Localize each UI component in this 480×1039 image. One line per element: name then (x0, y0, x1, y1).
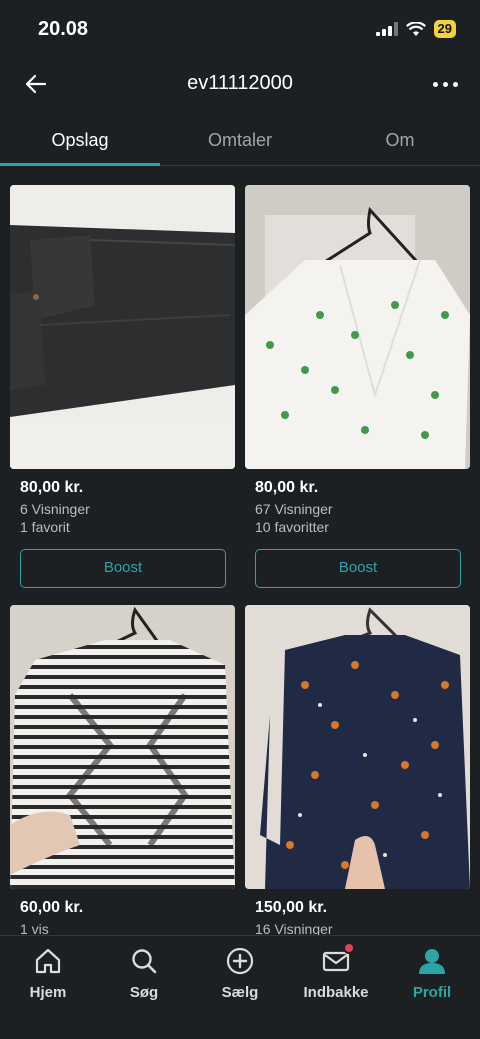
more-dot-icon (452, 81, 458, 87)
more-dot-icon (442, 81, 448, 87)
nav-item-search[interactable]: Søg (96, 936, 192, 1039)
nav-label: Profil (412, 984, 452, 1001)
listing-card[interactable]: 60,00 kr. 1 vis (10, 605, 235, 935)
listing-photo[interactable] (245, 185, 470, 469)
listing-grid: 80,00 kr. 6 Visninger 1 favorit Boost 80… (0, 185, 480, 935)
status-icons: 29 (375, 20, 456, 38)
battery-indicator: 29 (433, 20, 456, 38)
page-title: ev11112000 (187, 72, 293, 94)
more-options-button[interactable] (428, 68, 462, 100)
listing-views: 1 vis (20, 921, 49, 935)
more-dot-icon (432, 81, 438, 87)
listing-views: 6 Visninger (20, 501, 90, 517)
striped-shirt-image (10, 605, 235, 889)
nav-item-home[interactable]: Hjem (0, 936, 96, 1039)
bottom-nav: Hjem Søg Sælg Indbakke Profil (0, 935, 480, 1039)
listing-price: 80,00 kr. (255, 479, 319, 496)
nav-label: Indbakke (303, 984, 369, 1001)
tab-om[interactable]: Om (320, 118, 480, 165)
profile-tabs: Opslag Omtaler Om (0, 118, 480, 166)
nav-item-profile[interactable]: Profil (384, 936, 480, 1039)
listing-photo[interactable] (10, 605, 235, 889)
signal-icon (375, 22, 398, 36)
home-icon (35, 948, 61, 974)
header: ev11112000 (0, 60, 480, 110)
unread-badge (343, 942, 355, 954)
floral-shirt-image (245, 605, 470, 889)
listing-views: 67 Visninger (255, 501, 333, 517)
nav-label: Søg (129, 984, 159, 1001)
nav-item-sell[interactable]: Sælg (192, 936, 288, 1039)
nav-label: Sælg (221, 984, 259, 1001)
search-icon (132, 949, 157, 974)
listing-price: 60,00 kr. (20, 899, 84, 916)
listing-price: 150,00 kr. (255, 899, 328, 916)
nav-item-inbox[interactable]: Indbakke (288, 936, 384, 1039)
listing-price: 80,00 kr. (20, 479, 84, 496)
blouse-image (245, 185, 470, 469)
listing-photo[interactable] (245, 605, 470, 889)
listing-favorites: 10 favoritter (255, 519, 329, 535)
plus-circle-icon (226, 947, 254, 975)
listing-favorites: 1 favorit (20, 519, 70, 535)
profile-icon (419, 949, 445, 974)
listing-card[interactable]: 80,00 kr. 67 Visninger 10 favoritter Boo… (245, 185, 470, 588)
tab-opslag[interactable]: Opslag (0, 118, 160, 166)
boost-button[interactable]: Boost (255, 549, 461, 588)
listing-views: 16 Visninger (255, 921, 333, 935)
boost-button[interactable]: Boost (20, 549, 226, 588)
listing-card[interactable]: 80,00 kr. 6 Visninger 1 favorit Boost (10, 185, 235, 588)
status-time: 20.08 (38, 18, 89, 40)
nav-label: Hjem (29, 984, 67, 1001)
listing-photo[interactable] (10, 185, 235, 469)
wifi-icon (405, 21, 426, 36)
mail-icon-wrapper (321, 942, 355, 976)
listing-card[interactable]: 150,00 kr. 16 Visninger (245, 605, 470, 935)
jeans-image (10, 185, 235, 469)
status-bar: 20.08 29 (0, 0, 480, 60)
tab-omtaler[interactable]: Omtaler (160, 118, 320, 165)
